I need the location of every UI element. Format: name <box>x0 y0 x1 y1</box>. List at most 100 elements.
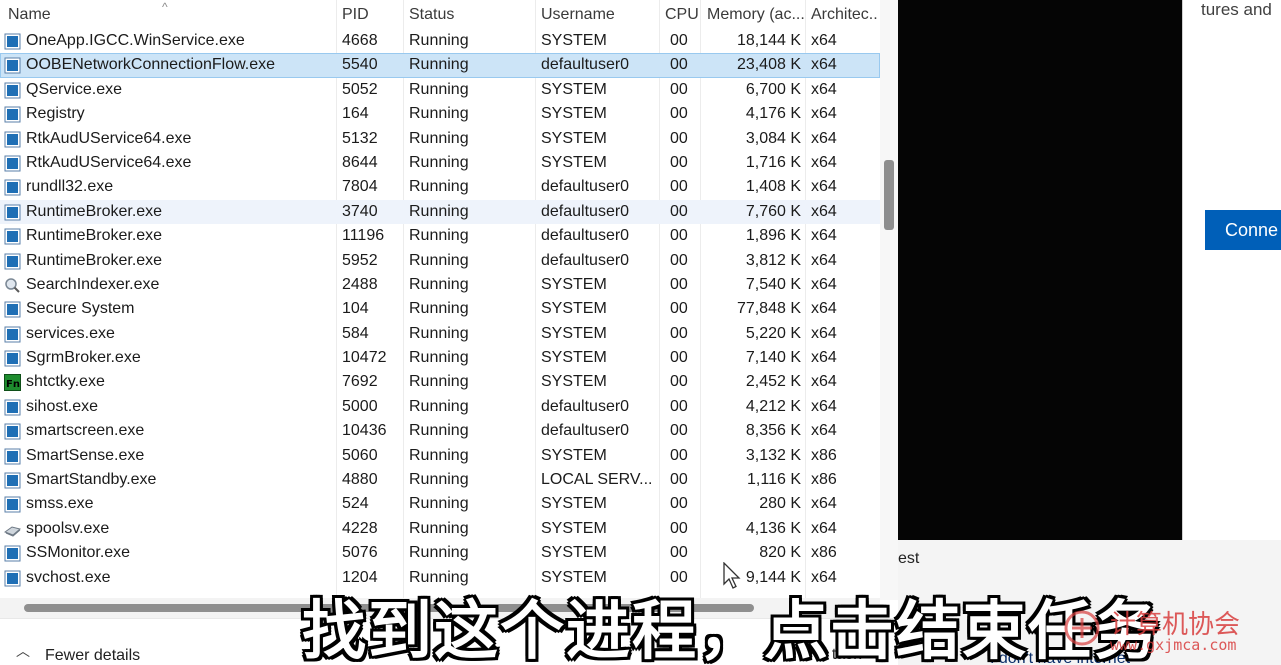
process-cpu: 00 <box>670 471 688 489</box>
process-row[interactable]: RuntimeBroker.exe 3740 Running defaultuser0… <box>0 199 880 225</box>
printer-icon <box>4 521 21 538</box>
sort-ascending-icon: ^ <box>162 0 168 14</box>
process-row[interactable]: spoolsv.exe 4228 Running SYSTEM 00 4,136 K x64 <box>0 517 880 541</box>
process-cpu: 00 <box>670 300 688 318</box>
task-manager-details: Name ^ PID Status Username CPU Memory (a… <box>0 0 898 665</box>
background-black-panel <box>898 0 1182 540</box>
app-icon <box>4 253 21 270</box>
process-architecture: x64 <box>811 105 837 123</box>
column-header-name[interactable]: Name <box>8 6 51 24</box>
column-header-cpu[interactable]: CPU <box>665 6 699 24</box>
process-row[interactable]: RtkAudUService64.exe 5132 Running SYSTEM 00 3… <box>0 127 880 151</box>
column-header-pid[interactable]: PID <box>342 6 369 24</box>
watermark-url: www.gxjmca.com <box>1110 636 1237 654</box>
column-header-status[interactable]: Status <box>409 6 454 24</box>
process-row[interactable]: services.exe 584 Running SYSTEM 00 5,220 K x64 <box>0 322 880 346</box>
process-architecture: x64 <box>811 324 837 342</box>
process-architecture: x64 <box>811 495 837 513</box>
process-status: Running <box>409 349 469 367</box>
process-row[interactable]: SmartStandby.exe 4880 Running LOCAL SERV...… <box>0 468 880 492</box>
process-row[interactable]: RuntimeBroker.exe 11196 Running defaultuser… <box>0 224 880 248</box>
process-status: Running <box>409 446 469 464</box>
chevron-up-icon[interactable]: ︿ <box>16 641 30 661</box>
process-status: Running <box>409 227 469 245</box>
process-row[interactable]: SgrmBroker.exe 10472 Running SYSTEM 00 7,140 … <box>0 346 880 370</box>
process-row[interactable]: rundll32.exe 7804 Running defaultuser0 00 1,4… <box>0 175 880 199</box>
process-row[interactable]: Fn shtctky.exe 7692 Running SYSTEM 00 2,452 K x… <box>0 370 880 394</box>
process-list: OneApp.IGCC.WinService.exe 4668 Running SYS… <box>0 29 880 590</box>
app-icon <box>4 82 21 99</box>
app-icon <box>4 204 21 221</box>
app-icon <box>4 399 21 416</box>
process-cpu: 00 <box>670 227 688 245</box>
process-status: Running <box>409 32 469 49</box>
app-icon <box>4 57 21 74</box>
process-name: RuntimeBroker.exe <box>26 251 163 269</box>
process-cpu: 00 <box>670 397 688 415</box>
process-cpu: 00 <box>670 56 688 74</box>
process-row[interactable]: Registry 164 Running SYSTEM 00 4,176 K x64 <box>0 102 880 126</box>
process-pid: 5076 <box>342 544 378 562</box>
process-name: RtkAudUService64.exe <box>26 129 192 147</box>
process-row[interactable]: smss.exe 524 Running SYSTEM 00 280 K x64 <box>0 492 880 516</box>
process-architecture: x64 <box>811 32 837 49</box>
process-cpu: 00 <box>670 251 688 269</box>
process-username: SYSTEM <box>541 32 607 49</box>
process-row[interactable]: OneApp.IGCC.WinService.exe 4668 Running SYS… <box>0 29 880 53</box>
column-header-username[interactable]: Username <box>541 6 615 24</box>
process-cpu: 00 <box>670 80 688 98</box>
process-cpu: 00 <box>670 202 688 220</box>
app-icon <box>4 350 21 367</box>
fewer-details-link[interactable]: Fewer details <box>45 647 140 665</box>
process-name: SgrmBroker.exe <box>26 349 141 367</box>
process-row[interactable]: sihost.exe 5000 Running defaultuser0 00 4,212… <box>0 395 880 419</box>
background-window-text: tures and <box>1201 0 1272 19</box>
process-name: spoolsv.exe <box>26 519 110 537</box>
app-icon <box>4 472 21 489</box>
process-row[interactable]: SmartSense.exe 5060 Running SYSTEM 00 3,132 K… <box>0 444 880 468</box>
process-memory: 1,116 K <box>747 471 801 489</box>
process-memory: 1,716 K <box>745 153 801 171</box>
process-name: SmartStandby.exe <box>26 471 157 489</box>
app-icon <box>4 326 21 343</box>
process-pid: 10436 <box>342 422 387 440</box>
process-architecture: x64 <box>811 227 837 245</box>
process-row[interactable]: SSMonitor.exe 5076 Running SYSTEM 00 820 K x86 <box>0 541 880 565</box>
process-row[interactable]: RuntimeBroker.exe 5952 Running defaultuser0… <box>0 249 880 273</box>
column-header-architecture[interactable]: Architec... <box>811 6 879 24</box>
process-row[interactable]: SearchIndexer.exe 2488 Running SYSTEM 00 7,54… <box>0 273 880 297</box>
process-name: SmartSense.exe <box>26 446 145 464</box>
process-status: Running <box>409 519 469 537</box>
process-pid: 5132 <box>342 129 378 147</box>
process-pid: 5060 <box>342 446 378 464</box>
process-username: SYSTEM <box>541 324 607 342</box>
process-row[interactable]: Secure System 104 Running SYSTEM 00 77,848 K x… <box>0 297 880 321</box>
process-username: SYSTEM <box>541 300 607 318</box>
process-memory: 4,212 K <box>745 397 801 415</box>
process-row[interactable]: RtkAudUService64.exe 8644 Running SYSTEM 00 1… <box>0 151 880 175</box>
fn-key-icon: Fn <box>4 374 21 392</box>
process-status: Running <box>409 153 469 171</box>
vertical-scroll-thumb[interactable] <box>884 160 894 230</box>
process-status: Running <box>409 275 469 293</box>
process-memory: 7,760 K <box>745 202 801 220</box>
process-architecture: x86 <box>811 446 837 464</box>
app-icon <box>4 131 21 148</box>
column-header-memory[interactable]: Memory (ac... <box>707 6 805 24</box>
process-architecture: x64 <box>811 349 837 367</box>
app-icon <box>4 496 21 513</box>
process-cpu: 00 <box>670 32 688 49</box>
process-pid: 10472 <box>342 349 387 367</box>
process-row[interactable]: QService.exe 5052 Running SYSTEM 00 6,700 K x6… <box>0 78 880 102</box>
process-cpu: 00 <box>670 178 688 196</box>
process-row[interactable]: OOBENetworkConnectionFlow.exe 5540 Running… <box>0 53 880 78</box>
connect-button-label: Conne <box>1225 220 1279 240</box>
process-architecture: x64 <box>811 397 837 415</box>
connect-button[interactable]: Conne <box>1205 210 1281 250</box>
process-pid: 4880 <box>342 471 378 489</box>
process-username: SYSTEM <box>541 544 607 562</box>
process-memory: 5,220 K <box>745 324 801 342</box>
process-username: SYSTEM <box>541 495 607 513</box>
process-row[interactable]: smartscreen.exe 10436 Running defaultuser0 0… <box>0 419 880 443</box>
vertical-scrollbar[interactable] <box>880 0 898 600</box>
